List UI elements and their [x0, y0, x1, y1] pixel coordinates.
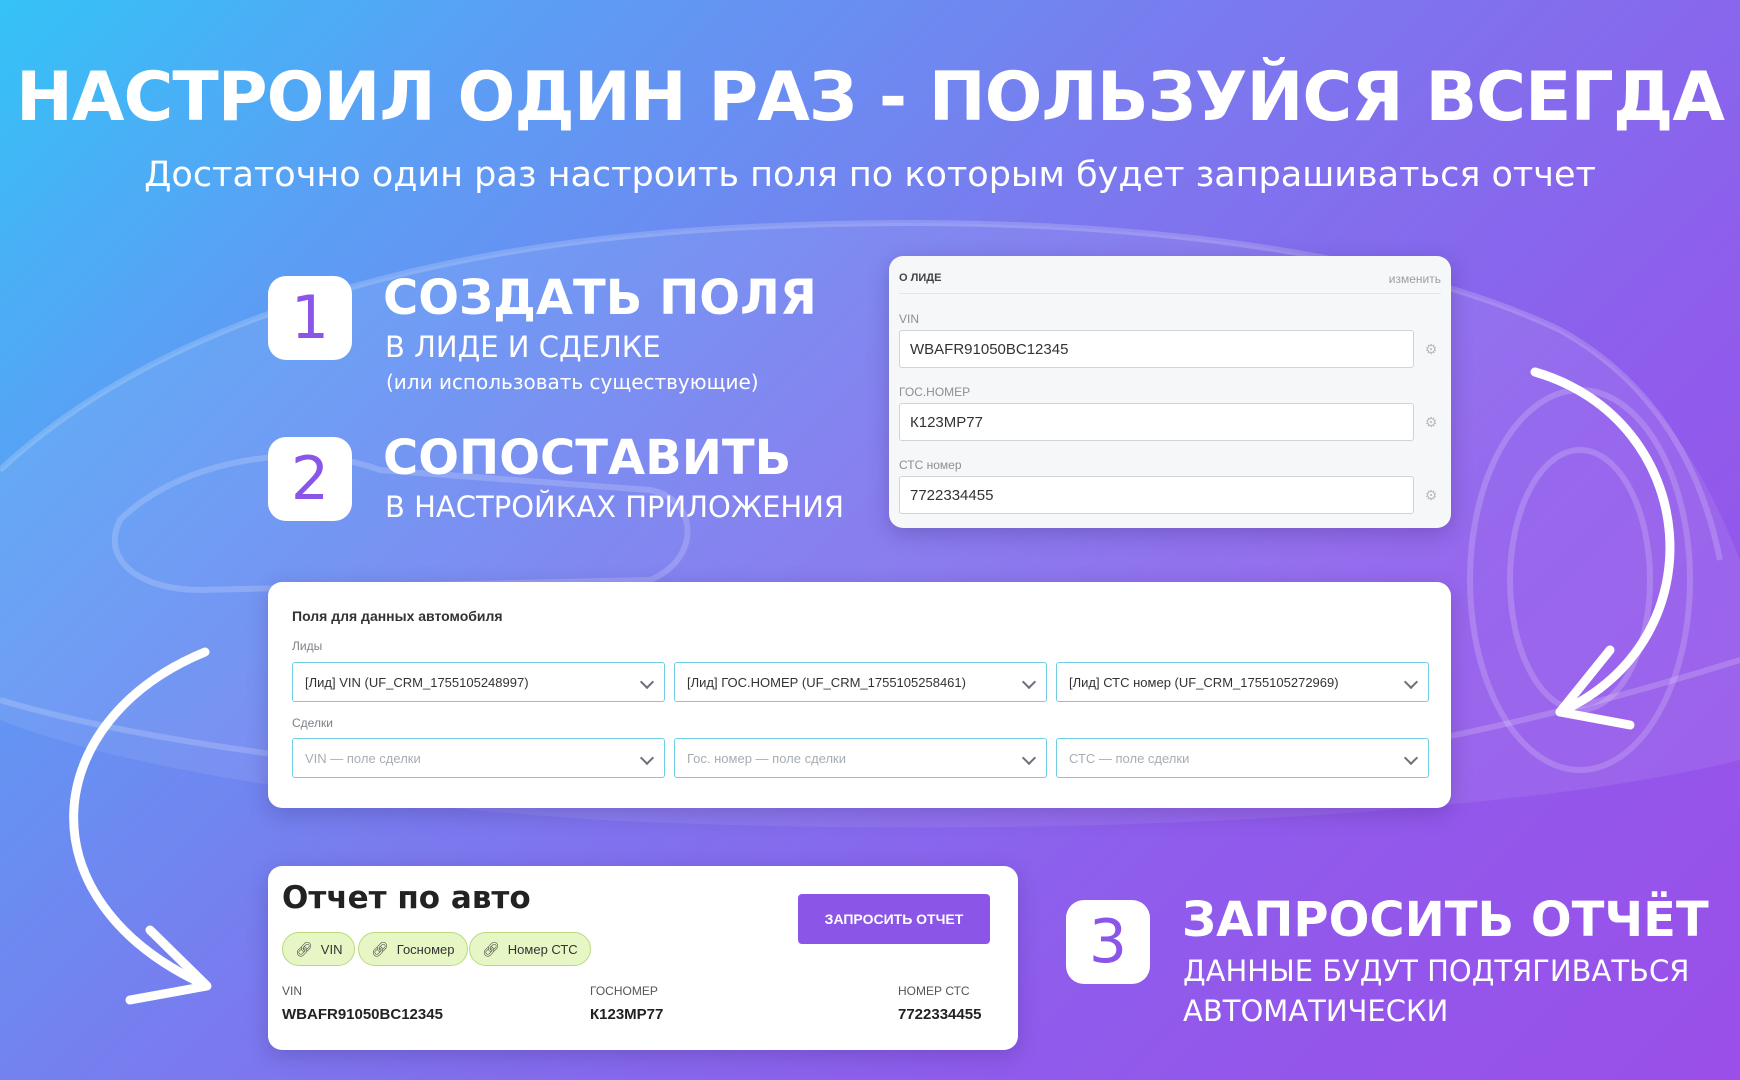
step-1-title: СОЗДАТЬ ПОЛЯ — [383, 270, 817, 326]
leads-section-label: Лиды — [292, 639, 323, 653]
step-1-subtitle: В ЛИДЕ И СДЕЛКЕ — [385, 330, 661, 364]
chevron-down-icon — [1403, 674, 1419, 690]
chevron-down-icon — [1021, 674, 1037, 690]
vin-column-label: VIN — [282, 984, 303, 998]
plate-chip[interactable]: 🔗︎ Госномер — [358, 932, 468, 966]
lead-card-header: О ЛИДЕ изменить — [899, 266, 1441, 294]
link-icon: 🔗︎ — [371, 940, 389, 957]
subline: Достаточно один раз настроить поля по ко… — [144, 155, 1596, 195]
arrow-icon — [125, 925, 212, 1005]
report-title: Отчет по авто — [282, 880, 531, 916]
lead-field-label: ГОС.НОМЕР — [899, 385, 971, 399]
step-2-subtitle: В НАСТРОЙКАХ ПРИЛОЖЕНИЯ — [385, 490, 845, 524]
gear-icon[interactable]: ⚙ — [1424, 342, 1438, 356]
lead-sts-field[interactable]: 7722334455 — [899, 476, 1414, 514]
arrow-icon — [1530, 367, 1675, 717]
sts-chip[interactable]: 🔗︎ Номер СТС — [469, 932, 591, 966]
lead-vin-select[interactable]: [Лид] VIN (UF_CRM_1755105248997) — [292, 662, 665, 702]
chip-label: Госномер — [396, 941, 455, 957]
settings-title: Поля для данных автомобиля — [292, 608, 503, 624]
chevron-down-icon — [639, 750, 655, 766]
lead-sts-select[interactable]: [Лид] СТС номер (UF_CRM_1755105272969) — [1056, 662, 1429, 702]
headline: НАСТРОИЛ ОДИН РАЗ - ПОЛЬЗУЙСЯ ВСЕГДА — [15, 58, 1725, 137]
link-icon: 🔗︎ — [482, 940, 500, 957]
select-placeholder: СТС — поле сделки — [1069, 751, 1190, 766]
lead-field-label: VIN — [899, 312, 920, 326]
arrow-icon — [69, 647, 210, 990]
link-icon: 🔗︎ — [295, 940, 313, 957]
lead-vin-field[interactable]: WBAFR91050BC12345 — [899, 330, 1414, 368]
select-value: [Лид] ГОС.НОМЕР (UF_CRM_1755105258461) — [687, 675, 966, 690]
step-3-subtitle-line2: АВТОМАТИЧЕСКИ — [1183, 994, 1449, 1028]
deal-plate-select[interactable]: Гос. номер — поле сделки — [674, 738, 1047, 778]
chevron-down-icon — [1021, 750, 1037, 766]
lead-card: О ЛИДЕ изменить VIN WBAFR91050BC12345 ⚙ … — [889, 256, 1451, 528]
gear-icon[interactable]: ⚙ — [1424, 415, 1438, 429]
settings-card: Поля для данных автомобиля Лиды [Лид] VI… — [268, 582, 1451, 808]
step-3-number: 3 — [1066, 900, 1150, 984]
vin-column-value: WBAFR91050BC12345 — [282, 1006, 443, 1023]
sts-column-value: 7722334455 — [898, 1006, 982, 1023]
lead-edit-link[interactable]: изменить — [1389, 272, 1441, 286]
chip-label: Номер СТС — [507, 941, 578, 957]
chevron-down-icon — [1403, 750, 1419, 766]
request-report-button[interactable]: ЗАПРОСИТЬ ОТЧЕТ — [798, 894, 990, 944]
lead-field-label: СТС номер — [899, 458, 962, 472]
chip-label: VIN — [320, 941, 343, 957]
sts-column-label: НОМЕР СТС — [898, 984, 970, 998]
arrow-icon — [1555, 645, 1635, 730]
deal-vin-select[interactable]: VIN — поле сделки — [292, 738, 665, 778]
step-1-number: 1 — [268, 276, 352, 360]
step-3-subtitle-line1: ДАННЫЕ БУДУТ ПОДТЯГИВАТЬСЯ — [1183, 954, 1690, 988]
select-placeholder: VIN — поле сделки — [305, 751, 421, 766]
select-placeholder: Гос. номер — поле сделки — [687, 751, 846, 766]
vin-chip[interactable]: 🔗︎ VIN — [282, 932, 356, 966]
step-2-title: СОПОСТАВИТЬ — [383, 430, 792, 486]
select-value: [Лид] VIN (UF_CRM_1755105248997) — [305, 675, 529, 690]
chevron-down-icon — [639, 674, 655, 690]
report-card: Отчет по авто ЗАПРОСИТЬ ОТЧЕТ 🔗︎ VIN 🔗︎ … — [268, 866, 1018, 1050]
lead-plate-field[interactable]: К123МР77 — [899, 403, 1414, 441]
plate-column-value: К123МР77 — [590, 1006, 664, 1023]
select-value: [Лид] СТС номер (UF_CRM_1755105272969) — [1069, 675, 1339, 690]
lead-plate-select[interactable]: [Лид] ГОС.НОМЕР (UF_CRM_1755105258461) — [674, 662, 1047, 702]
step-1-note: (или использовать существующие) — [386, 370, 759, 394]
step-3-title: ЗАПРОСИТЬ ОТЧЁТ — [1182, 892, 1709, 948]
deals-section-label: Сделки — [292, 716, 333, 730]
gear-icon[interactable]: ⚙ — [1424, 488, 1438, 502]
lead-card-title: О ЛИДЕ — [899, 272, 942, 284]
step-2-number: 2 — [268, 437, 352, 521]
plate-column-label: ГОСНОМЕР — [590, 984, 658, 998]
deal-sts-select[interactable]: СТС — поле сделки — [1056, 738, 1429, 778]
